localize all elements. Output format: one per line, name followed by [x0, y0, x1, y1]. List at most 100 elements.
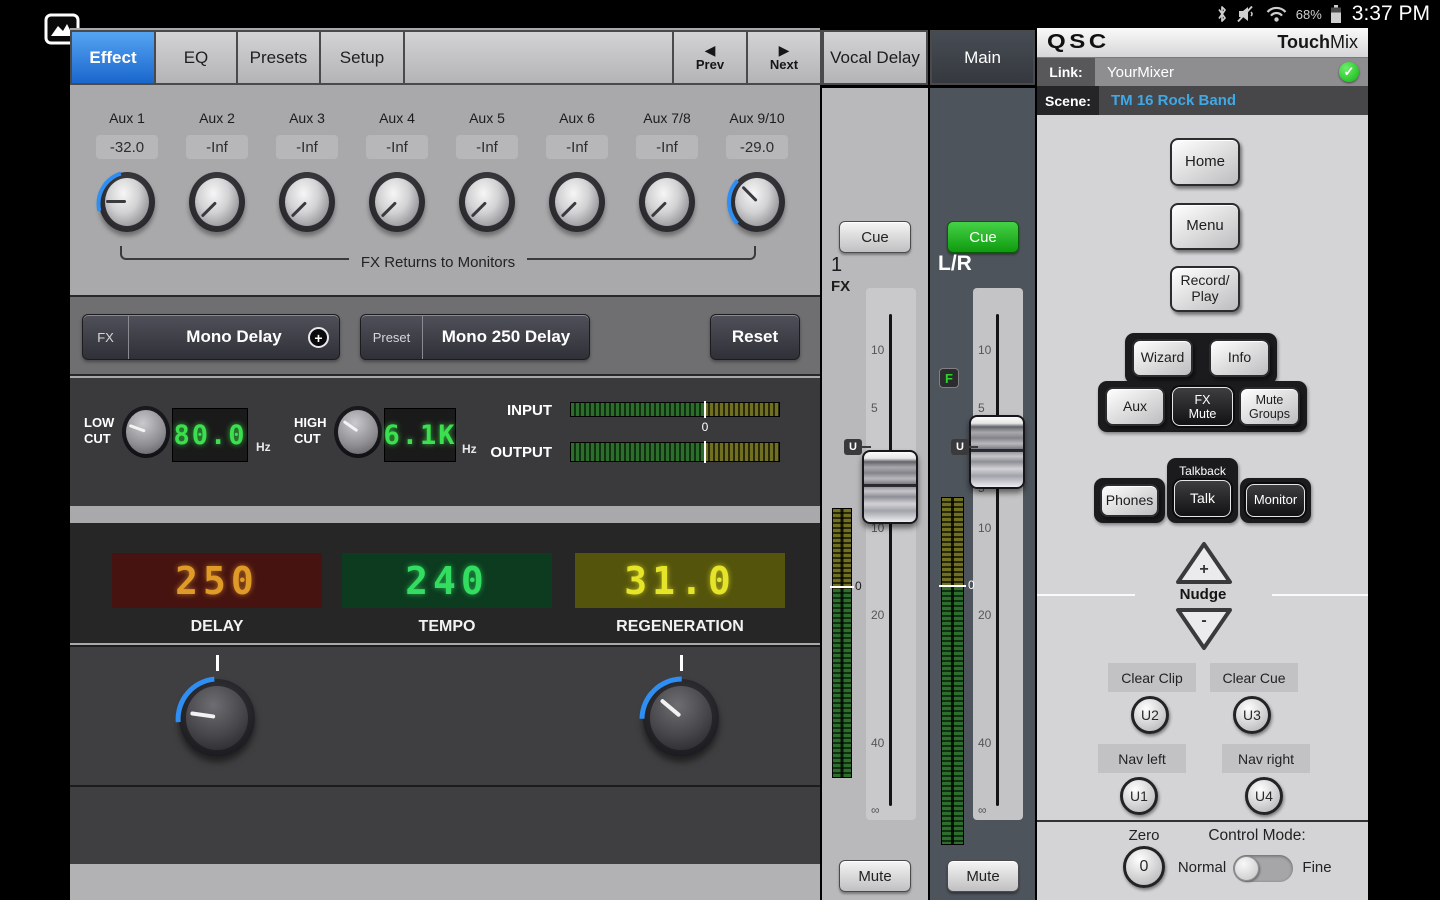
- delay-display-label: DELAY: [112, 618, 322, 636]
- main-strip-header[interactable]: Main: [930, 30, 1035, 85]
- aux-send-value[interactable]: -Inf: [276, 135, 338, 159]
- high-cut-unit: Hz: [462, 442, 477, 456]
- aux-send-knob[interactable]: [549, 172, 605, 232]
- aux-send-label: Aux 3: [289, 110, 325, 126]
- aux-send-value[interactable]: -29.0: [726, 135, 788, 159]
- regeneration-knob[interactable]: [643, 679, 719, 757]
- reset-button[interactable]: Reset: [710, 314, 800, 360]
- knob-pointer: [190, 712, 216, 720]
- fx-strip-header[interactable]: Vocal Delay: [822, 30, 928, 85]
- tab-effect[interactable]: Effect: [70, 30, 156, 85]
- aux-send-value[interactable]: -Inf: [366, 135, 428, 159]
- aux-send-knob[interactable]: [279, 172, 335, 232]
- aux-send-value[interactable]: -Inf: [186, 135, 248, 159]
- clear-cue-button[interactable]: Clear Cue: [1210, 663, 1298, 692]
- phones-button[interactable]: Phones: [1100, 484, 1159, 517]
- aux-send-label: Aux 1: [109, 110, 145, 126]
- user-button-u3[interactable]: U3: [1233, 696, 1271, 734]
- nav-left-button[interactable]: Nav left: [1098, 744, 1186, 773]
- user-button-u2[interactable]: U2: [1131, 696, 1169, 734]
- aux-send-value[interactable]: -Inf: [456, 135, 518, 159]
- preset-selector-label: Preset: [361, 315, 423, 359]
- scene-value[interactable]: TM 16 Rock Band: [1111, 92, 1236, 109]
- fader-scale-tick: 10: [978, 343, 991, 357]
- control-mode-toggle[interactable]: [1233, 855, 1293, 882]
- fx-add-icon[interactable]: +: [308, 327, 329, 348]
- aux-send-knob[interactable]: [459, 172, 515, 232]
- low-cut-display: 80.0: [172, 408, 248, 462]
- aux-sends-section: Aux 1 -32.0 Aux 2 -Inf Aux 3 -Inf Aux 4 …: [70, 88, 820, 292]
- zero-label: Zero: [1114, 827, 1174, 844]
- meter-column-divider: [833, 509, 851, 777]
- input-meter-label: INPUT: [502, 402, 552, 419]
- user-button-u1[interactable]: U1: [1120, 777, 1158, 815]
- unity-gain-badge: U: [951, 439, 969, 455]
- fader-scale-tick: 40: [871, 736, 884, 750]
- main-fader-track[interactable]: 10 5 5 10 20 40 ∞: [973, 288, 1023, 820]
- meter-zero-line: [939, 585, 966, 587]
- next-button[interactable]: ▶ Next: [746, 30, 822, 85]
- wizard-button[interactable]: Wizard: [1132, 339, 1193, 377]
- low-cut-knob[interactable]: [122, 406, 170, 458]
- info-button[interactable]: Info: [1209, 339, 1270, 377]
- nudge-up-button[interactable]: +: [1175, 541, 1233, 585]
- aux-send-value[interactable]: -Inf: [636, 135, 698, 159]
- toggle-knob: [1234, 856, 1259, 881]
- nav-right-button[interactable]: Nav right: [1222, 744, 1310, 773]
- tab-presets[interactable]: Presets: [236, 30, 321, 85]
- aux-button[interactable]: Aux: [1105, 387, 1165, 426]
- main-fader-cap[interactable]: [969, 415, 1025, 489]
- prev-button[interactable]: ◀ Prev: [672, 30, 748, 85]
- user-button-u4[interactable]: U4: [1245, 777, 1283, 815]
- fx-mute-button[interactable]: Mute: [839, 860, 911, 892]
- monitor-button[interactable]: Monitor: [1246, 484, 1305, 517]
- filter-meter-section: LOW CUT 80.0 Hz HIGH CUT 6.1K Hz INPUT 0…: [70, 378, 820, 506]
- aux-send-label: Aux 9/10: [729, 110, 784, 126]
- aux-send-knob[interactable]: [189, 172, 245, 232]
- link-row: Link: YourMixer ✓: [1037, 58, 1368, 86]
- knob-pointer: [291, 202, 307, 218]
- nudge-down-button[interactable]: -: [1175, 607, 1233, 651]
- fx-cue-button[interactable]: Cue: [839, 221, 911, 253]
- zero-button[interactable]: 0: [1123, 846, 1165, 888]
- unity-tick: [969, 446, 978, 448]
- meter-zero-label: 0: [968, 578, 975, 592]
- main-mute-button[interactable]: Mute: [947, 860, 1019, 892]
- aux-send-value[interactable]: -32.0: [96, 135, 158, 159]
- menu-button[interactable]: Menu: [1170, 203, 1240, 250]
- aux-send-value[interactable]: -Inf: [546, 135, 608, 159]
- effect-tab-bar: Effect EQ Presets Setup ◀ Prev ▶ Next: [70, 30, 820, 85]
- main-cue-button[interactable]: Cue: [947, 221, 1019, 253]
- fx-selector-row: FX Mono Delay + Preset Mono 250 Delay Re…: [70, 295, 820, 376]
- fx-fader-track[interactable]: 10 5 5 10 20 40 ∞: [866, 288, 916, 820]
- tab-setup[interactable]: Setup: [319, 30, 405, 85]
- record-play-button[interactable]: Record/ Play: [1170, 266, 1240, 312]
- fader-slot: [889, 314, 892, 806]
- fx-return-strip: Vocal Delay Cue 1 FX 10 5 5 10 20 40 ∞ U: [822, 28, 928, 900]
- aux-send-knob[interactable]: [729, 172, 785, 232]
- control-panel: QSC TouchMix Link: YourMixer ✓ Scene: TM…: [1037, 28, 1368, 900]
- aux-send-knob[interactable]: [99, 172, 155, 232]
- fader-slot: [996, 314, 999, 806]
- scene-row: Scene: TM 16 Rock Band: [1037, 86, 1368, 115]
- fader-scale-tick: ∞: [871, 803, 880, 817]
- delay-knob[interactable]: [179, 679, 255, 757]
- link-value[interactable]: YourMixer: [1107, 64, 1174, 81]
- fx-fader-cap[interactable]: [862, 450, 918, 524]
- fx-preset-selector[interactable]: Preset Mono 250 Delay: [360, 314, 590, 360]
- fine-mode-badge[interactable]: F: [939, 368, 959, 388]
- tempo-display-label: TEMPO: [342, 618, 552, 636]
- fx-mute-button-panel[interactable]: FX Mute: [1172, 387, 1233, 426]
- clear-clip-button[interactable]: Clear Clip: [1108, 663, 1196, 692]
- mute-groups-button[interactable]: Mute Groups: [1239, 387, 1300, 426]
- low-cut-unit: Hz: [256, 440, 271, 454]
- aux-send-knob[interactable]: [369, 172, 425, 232]
- tab-eq[interactable]: EQ: [154, 30, 238, 85]
- fx-returns-caption: FX Returns to Monitors: [349, 254, 527, 271]
- fx-type-selector[interactable]: FX Mono Delay +: [82, 314, 340, 360]
- aux-send-knob[interactable]: [639, 172, 695, 232]
- parameter-display-section: 250 DELAY 240 TEMPO 31.0 REGENERATION: [70, 523, 820, 643]
- high-cut-knob[interactable]: [334, 406, 382, 458]
- home-button[interactable]: Home: [1170, 138, 1240, 186]
- talk-button[interactable]: Talk: [1174, 480, 1231, 517]
